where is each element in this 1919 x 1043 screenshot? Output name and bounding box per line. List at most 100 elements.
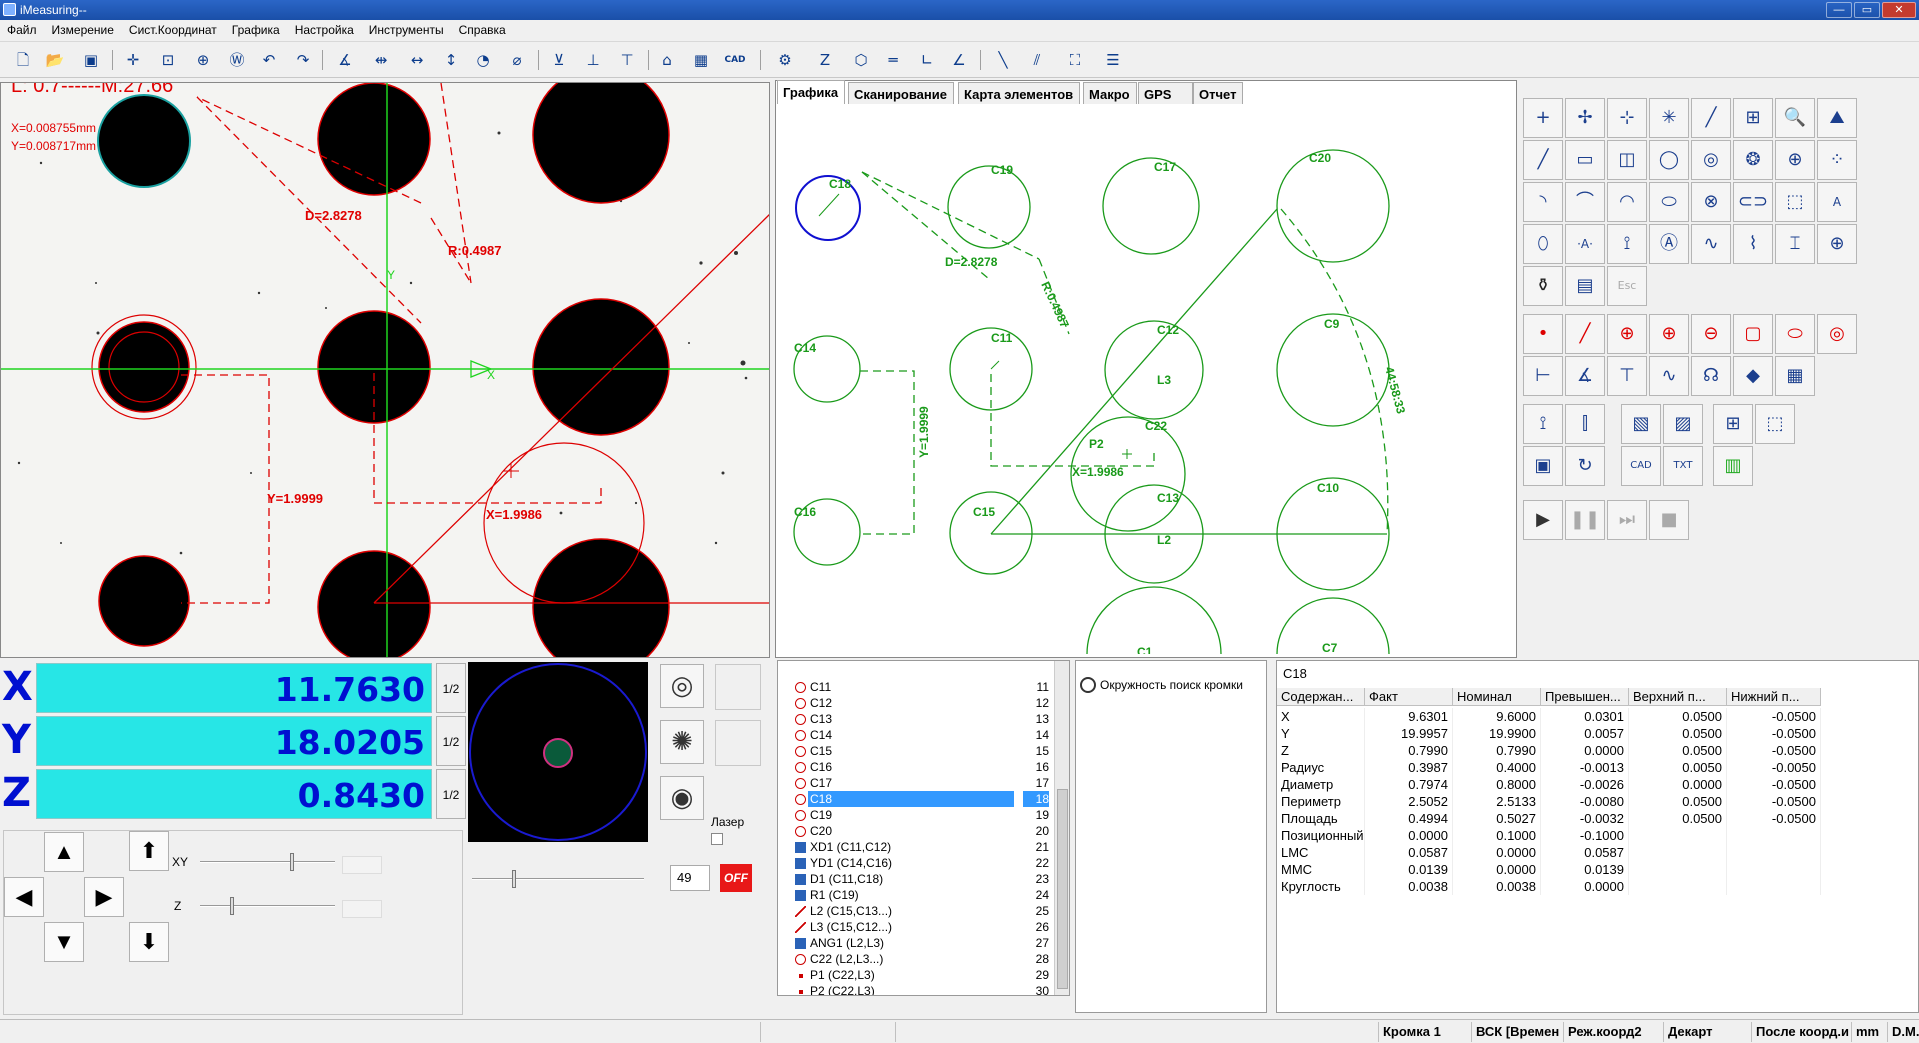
redo-icon[interactable]: ↷ — [290, 48, 316, 72]
add-circle-icon[interactable]: ⊕ — [1817, 224, 1857, 264]
graph-canvas[interactable]: C18 C19 C17 C20 C14 C11 C12 C9 C16 C15 C… — [777, 104, 1513, 654]
z-half-button[interactable]: 1/2 — [436, 769, 466, 819]
list-item[interactable]: XD1 (C11,C12) 21 — [778, 839, 1053, 855]
spline-icon[interactable]: ⌇ — [1733, 224, 1773, 264]
list-item[interactable]: C11 11 — [778, 679, 1053, 695]
zoom-fit-icon[interactable]: ⊕ — [190, 48, 216, 72]
list-item[interactable]: C16 16 — [778, 759, 1053, 775]
tab-scanning[interactable]: Сканирование — [848, 82, 954, 104]
construct-point-icon[interactable]: • — [1523, 314, 1563, 354]
slot-icon[interactable]: ⊂⊃ — [1733, 182, 1773, 222]
shape-icon[interactable]: ⬡ — [848, 48, 874, 72]
light-blank-1[interactable] — [715, 664, 761, 710]
multi-point-icon[interactable]: ✢ — [1565, 98, 1605, 138]
pause-icon[interactable]: ❚❚ — [1565, 500, 1605, 540]
results-header[interactable]: Верхний п... — [1629, 688, 1727, 706]
jog-up-button[interactable]: ▲ — [44, 832, 84, 872]
circle-points-icon[interactable]: ⟟ — [1607, 224, 1647, 264]
ring-light-button[interactable]: ◎ — [660, 664, 704, 708]
horizontal-dim-icon[interactable]: ↔ — [404, 48, 430, 72]
plane-icon[interactable]: ◆ — [1733, 356, 1773, 396]
maximize-button[interactable]: ▭ — [1854, 2, 1880, 18]
freeform-icon[interactable]: ☊ — [1691, 356, 1731, 396]
export-txt-icon[interactable]: TXT — [1663, 446, 1703, 486]
list-item[interactable]: P1 (C22,L3) 29 — [778, 967, 1053, 983]
ellipse-dash-icon[interactable]: ⬯ — [1523, 224, 1563, 264]
line-two-point-icon[interactable]: ╱ — [1523, 140, 1563, 180]
calc-icon[interactable]: ▦ — [1775, 356, 1815, 396]
intensity-field[interactable]: 49 — [670, 865, 710, 891]
z-up-button[interactable]: ⬆ — [129, 831, 169, 871]
z-down-button[interactable]: ⬇ — [129, 922, 169, 962]
mini-camera-view[interactable] — [468, 662, 648, 842]
list-item[interactable]: C18 18 — [778, 791, 1053, 807]
export-cad-icon[interactable]: CAD — [1621, 446, 1661, 486]
rotate-icon[interactable]: ↻ — [1565, 446, 1605, 486]
list-item[interactable]: C22 (L2,L3...) 28 — [778, 951, 1053, 967]
arc-fit-icon[interactable]: ⌒ — [1565, 182, 1605, 222]
circle-plus-icon[interactable]: ⊕ — [1775, 140, 1815, 180]
grid-icon[interactable]: ▦ — [688, 48, 714, 72]
box-point-icon[interactable]: ⊞ — [1733, 98, 1773, 138]
menu-tools[interactable]: Инструменты — [362, 20, 452, 37]
list-item[interactable]: C15 15 — [778, 743, 1053, 759]
y-axis-icon[interactable]: ⊤ — [614, 48, 640, 72]
x-half-button[interactable]: 1/2 — [436, 663, 466, 713]
zoom-window-icon[interactable]: ⊡ — [155, 48, 181, 72]
construct-ellipse-icon[interactable]: ⊖ — [1691, 314, 1731, 354]
jog-left-button[interactable]: ◀ — [4, 877, 44, 917]
line-tool-icon[interactable]: ╱ — [1691, 98, 1731, 138]
coaxial-light-button[interactable]: ◉ — [660, 776, 704, 820]
curve-measure-icon[interactable]: ∿ — [1649, 356, 1689, 396]
list-icon[interactable]: ☰ — [1100, 48, 1126, 72]
z-speed-slider[interactable] — [200, 895, 335, 915]
list-item[interactable]: R1 (C19) 24 — [778, 887, 1053, 903]
results-header[interactable]: Содержан... — [1277, 688, 1365, 706]
angle-icon[interactable]: ∠ — [946, 48, 972, 72]
angle-dim-icon[interactable]: ∡ — [332, 48, 358, 72]
menu-measure[interactable]: Измерение — [45, 20, 122, 37]
menu-coord-system[interactable]: Сист.Координат — [122, 20, 225, 37]
construct-ring-icon[interactable]: ◎ — [1817, 314, 1857, 354]
list-item[interactable]: L3 (C15,C12...) 26 — [778, 919, 1053, 935]
camera-view[interactable]: L: 0.7------M:27.66 X=0.008755mm Y=0.008… — [0, 82, 770, 658]
y-half-button[interactable]: 1/2 — [436, 716, 466, 766]
save-icon[interactable]: ▣ — [78, 48, 104, 72]
point-icon[interactable]: + — [1523, 98, 1563, 138]
parallel-icon[interactable]: ═ — [880, 48, 906, 72]
export-excel-icon[interactable]: ▧ — [1621, 404, 1661, 444]
ellipse-a-icon[interactable]: ·A· — [1565, 224, 1605, 264]
rect-line-icon[interactable]: ▭ — [1565, 140, 1605, 180]
list-item[interactable]: C20 20 — [778, 823, 1053, 839]
angle-measure-icon[interactable]: ∡ — [1565, 356, 1605, 396]
double-rect-icon[interactable]: ◫ — [1607, 140, 1647, 180]
ellipse-cross-icon[interactable]: ⊗ — [1691, 182, 1731, 222]
crosshair-icon[interactable]: ✛ — [120, 48, 146, 72]
play-icon[interactable]: ▶ — [1523, 500, 1563, 540]
step-icon[interactable]: ⏭ — [1607, 500, 1647, 540]
results-header[interactable]: Нижний п... — [1727, 688, 1821, 706]
construct-slot-icon[interactable]: ⬭ — [1775, 314, 1815, 354]
list-item[interactable]: C12 12 — [778, 695, 1053, 711]
construct-rect-icon[interactable]: ▢ — [1733, 314, 1773, 354]
gear-icon[interactable]: ⚙ — [772, 48, 798, 72]
arc-band-icon[interactable]: ◠ — [1607, 182, 1647, 222]
open-folder-icon[interactable]: 📂 — [42, 48, 68, 72]
menu-file[interactable]: Файл — [0, 20, 45, 37]
segment-light-button[interactable]: ✺ — [660, 720, 704, 764]
stamp-icon[interactable]: ⚱ — [1523, 266, 1563, 306]
close-button[interactable]: ✕ — [1882, 2, 1916, 18]
tool-label[interactable]: Окружность поиск кромки — [1100, 678, 1243, 692]
height-measure-icon[interactable]: ⊤ — [1607, 356, 1647, 396]
construct-arc-icon[interactable]: ⊕ — [1649, 314, 1689, 354]
results-header[interactable]: Факт — [1365, 688, 1453, 706]
tab-graphics[interactable]: Графика — [777, 80, 846, 104]
feature-list[interactable]: C11 11 C12 12 C13 13 C14 14 C15 15 C16 16 C17 17 C18 18… — [777, 660, 1070, 996]
results-header[interactable]: Превышен... — [1541, 688, 1629, 706]
color-bars-icon[interactable]: ▥ — [1713, 446, 1753, 486]
export-word-icon[interactable]: ▨ — [1663, 404, 1703, 444]
frame-add-icon[interactable]: ⊞ — [1713, 404, 1753, 444]
esc-icon[interactable]: Esc — [1607, 266, 1647, 306]
vertical-dim-icon[interactable]: ↕ — [438, 48, 464, 72]
list-item[interactable]: D1 (C11,C18) 23 — [778, 871, 1053, 887]
